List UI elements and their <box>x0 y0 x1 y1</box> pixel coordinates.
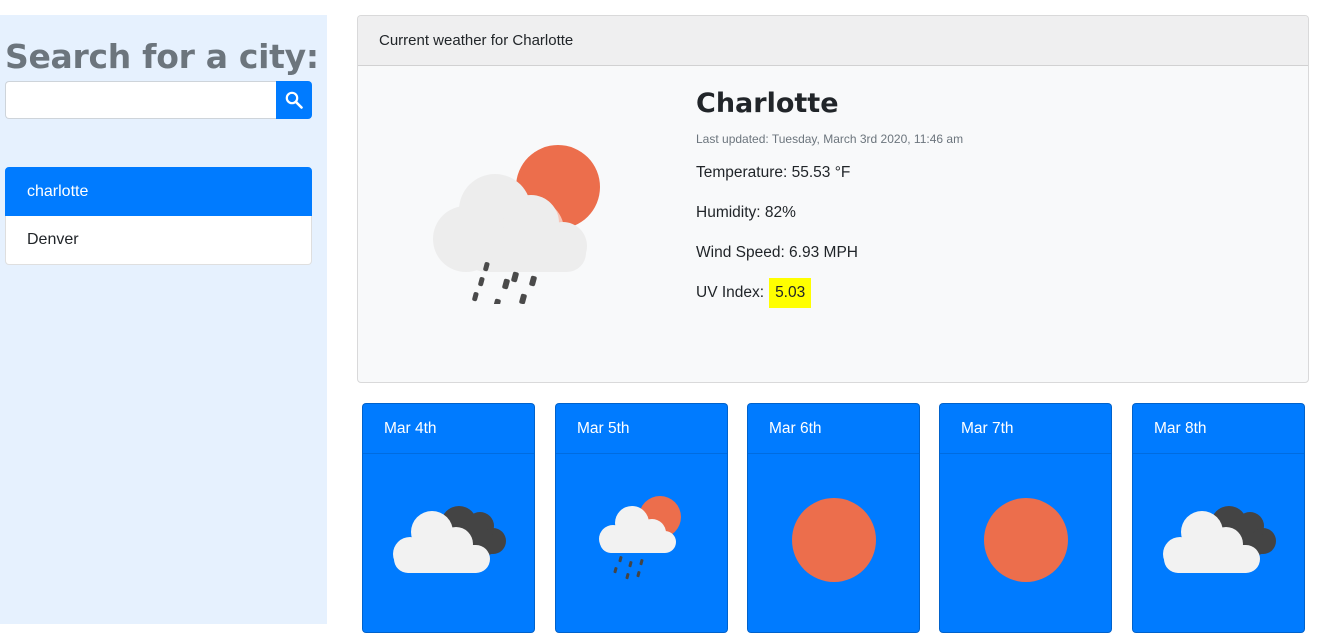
cloudy-icon <box>363 454 534 626</box>
forecast-card: Mar 7th <box>939 403 1112 633</box>
forecast-date: Mar 5th <box>556 404 727 454</box>
sidebar: Search for a city: charlotte Denver <box>0 15 327 624</box>
forecast-card: Mar 8th <box>1132 403 1305 633</box>
cloud-sun-rain-icon <box>432 144 602 310</box>
uv-index: UV Index: 5.03 <box>696 278 963 324</box>
city-item-charlotte[interactable]: charlotte <box>5 167 312 216</box>
sun-icon <box>748 454 919 626</box>
forecast-card: Mar 5th <box>555 403 728 633</box>
sun-icon <box>940 454 1111 626</box>
humidity: Humidity: 82% <box>696 204 796 221</box>
city-item-denver[interactable]: Denver <box>5 216 312 265</box>
search-title: Search for a city: <box>5 37 319 76</box>
forecast-date: Mar 8th <box>1133 404 1304 454</box>
current-weather-header: Current weather for Charlotte <box>358 16 1308 66</box>
search-form <box>5 81 312 119</box>
city-search-input[interactable] <box>5 81 276 119</box>
city-history-list: charlotte Denver <box>5 167 312 265</box>
forecast-card: Mar 4th <box>362 403 535 633</box>
last-updated: Last updated: Tuesday, March 3rd 2020, 1… <box>696 132 964 146</box>
cloudy-icon <box>1133 454 1304 626</box>
forecast-date: Mar 4th <box>363 404 534 454</box>
search-icon <box>285 91 303 109</box>
city-name: Charlotte <box>696 88 839 119</box>
current-weather-card: Current weather for Charlotte Charlotte <box>357 15 1309 383</box>
forecast-card: Mar 6th <box>747 403 920 633</box>
uv-index-badge: 5.03 <box>769 278 812 308</box>
search-button[interactable] <box>276 81 312 119</box>
uv-index-label: UV Index: <box>696 284 765 301</box>
current-weather-info: Charlotte Last updated: Tuesday, March 3… <box>696 88 963 324</box>
wind-speed: Wind Speed: 6.93 MPH <box>696 244 858 261</box>
forecast-date: Mar 7th <box>940 404 1111 454</box>
cloud-sun-rain-icon <box>556 454 727 626</box>
temperature: Temperature: 55.53 °F <box>696 164 851 181</box>
forecast-date: Mar 6th <box>748 404 919 454</box>
